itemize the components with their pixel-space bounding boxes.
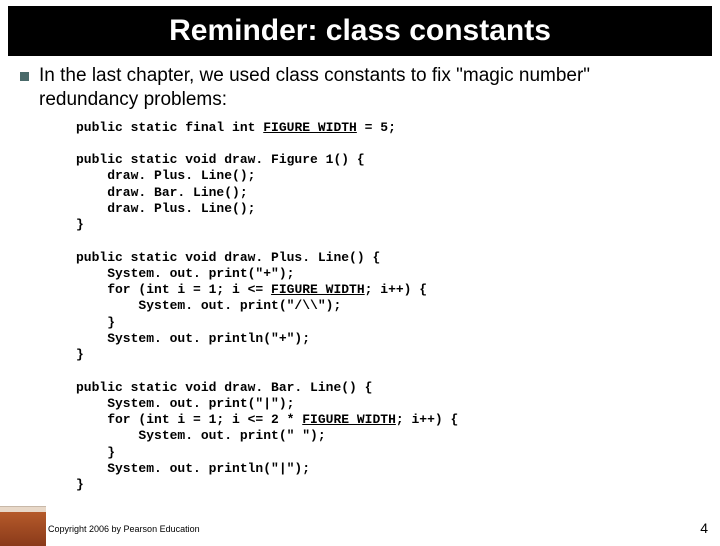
- code-line: draw. Bar. Line();: [76, 185, 248, 200]
- code-line: }: [76, 347, 84, 362]
- code-line: }: [76, 315, 115, 330]
- decoration-accent: [0, 512, 46, 546]
- code-line: System. out. print("|");: [76, 396, 294, 411]
- code-line: }: [76, 445, 115, 460]
- code-block: public static final int FIGURE_WIDTH = 5…: [20, 120, 692, 494]
- bullet-text: In the last chapter, we used class const…: [39, 64, 692, 112]
- copyright-footer: Copyright 2006 by Pearson Education: [48, 524, 200, 534]
- code-line: draw. Plus. Line();: [76, 168, 255, 183]
- code-line: public static final int: [76, 120, 263, 135]
- slide-title: Reminder: class constants: [8, 6, 712, 56]
- bullet-item: In the last chapter, we used class const…: [20, 64, 692, 112]
- code-underline: FIGURE_WIDTH: [271, 282, 365, 297]
- code-line: }: [76, 477, 84, 492]
- code-line: System. out. println("|");: [76, 461, 310, 476]
- code-underline: FIGURE_WIDTH: [302, 412, 396, 427]
- code-line: System. out. print("/\\");: [76, 298, 341, 313]
- code-line: draw. Plus. Line();: [76, 201, 255, 216]
- slide-body: In the last chapter, we used class const…: [0, 56, 720, 493]
- code-line: System. out. println("+");: [76, 331, 310, 346]
- code-line: }: [76, 217, 84, 232]
- code-line: System. out. print("+");: [76, 266, 294, 281]
- code-line: ; i++) {: [396, 412, 458, 427]
- code-line: public static void draw. Figure 1() {: [76, 152, 365, 167]
- bullet-marker-icon: [20, 72, 29, 81]
- page-number: 4: [700, 520, 708, 536]
- code-line: public static void draw. Bar. Line() {: [76, 380, 372, 395]
- code-underline: FIGURE_WIDTH: [263, 120, 357, 135]
- code-line: System. out. print(" ");: [76, 428, 326, 443]
- code-line: for (int i = 1; i <= 2 *: [76, 412, 302, 427]
- code-line: for (int i = 1; i <=: [76, 282, 271, 297]
- code-line: = 5;: [357, 120, 396, 135]
- code-line: public static void draw. Plus. Line() {: [76, 250, 380, 265]
- code-line: ; i++) {: [365, 282, 427, 297]
